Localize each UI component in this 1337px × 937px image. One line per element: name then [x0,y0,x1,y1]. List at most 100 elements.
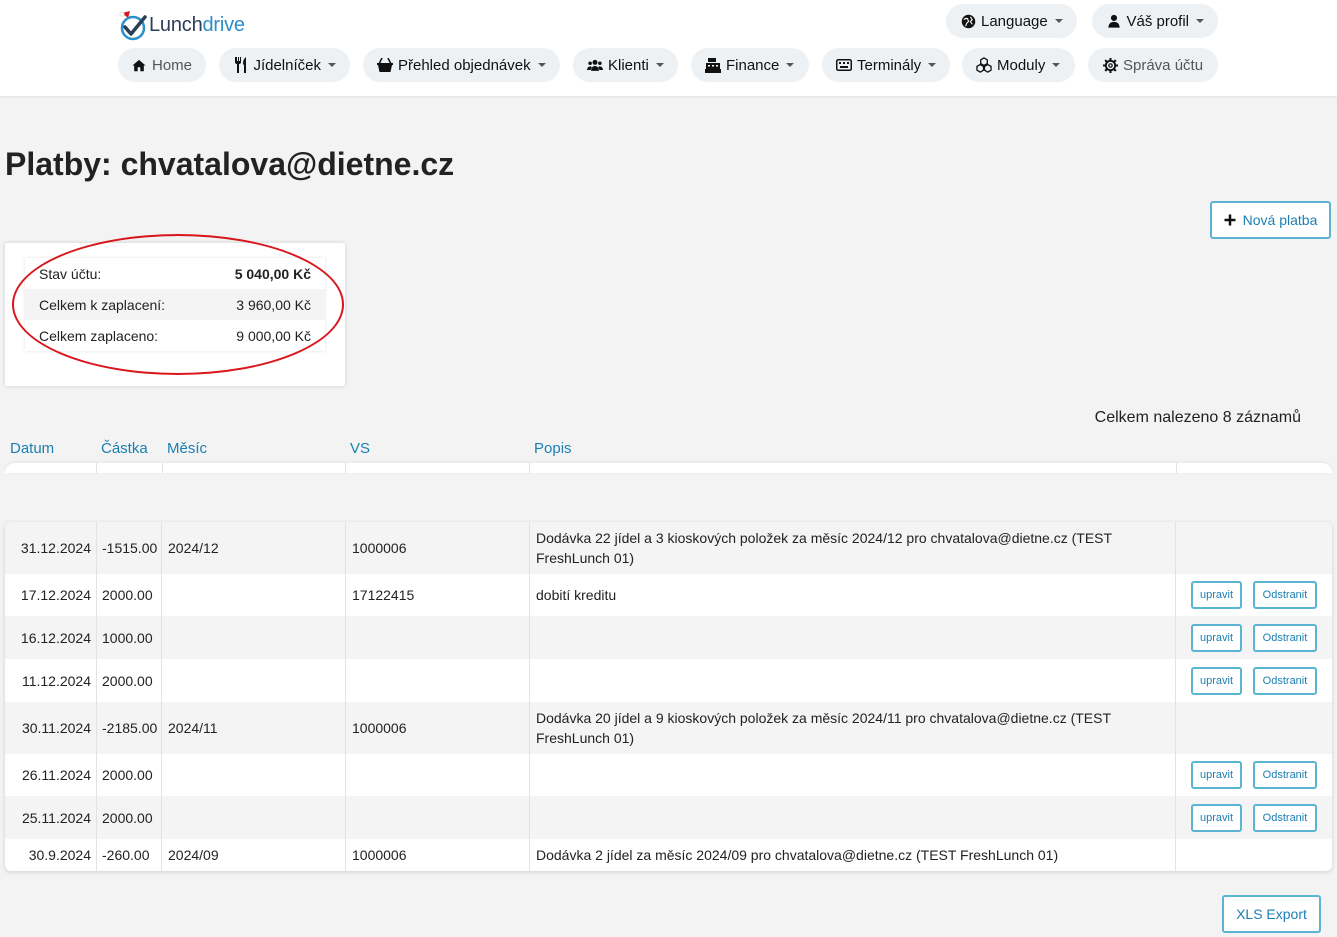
cell-actions [1176,839,1332,871]
xls-export-button[interactable]: XLS Export [1222,895,1321,933]
cell-actions: upravit Odstranit [1176,659,1332,702]
summary-paid-value: 9 000,00 Kč [236,327,311,344]
cell-vs [346,796,530,839]
delete-payment-button[interactable]: Odstranit [1253,666,1317,695]
nav-clients[interactable]: Klienti [573,48,678,82]
cash-register-icon [705,57,721,73]
basket-icon [377,57,393,73]
column-header-vs[interactable]: VS [350,440,370,457]
language-menu[interactable]: Language [946,4,1077,38]
table-header-strip [5,463,1332,473]
nav-menu[interactable]: Jídelníček [219,48,350,82]
table-row: 30.11.2024 -2185.00 2024/11 1000006 Dodávka … [5,702,1332,754]
cell-date-text: 30.9.2024 [28,847,91,863]
cell-description: Dodávka 22 jídel a 3 kioskových položek … [530,522,1176,574]
keyboard-icon [836,57,852,73]
cell-month [162,574,346,616]
cell-amount-text: 2000.00 [102,672,153,689]
page-title: Platby: chvatalova@dietne.cz [5,146,455,182]
edit-payment-button[interactable]: upravit [1191,803,1242,832]
delete-payment-button[interactable]: Odstranit [1253,581,1317,609]
new-payment-label: Nová platba [1242,212,1318,228]
cell-amount: 2000.00 [97,574,162,616]
summary-paid-row: Celkem zaplaceno: 9 000,00 Kč [25,320,325,351]
column-header-amount[interactable]: Částka [101,440,148,457]
edit-payment-button[interactable]: upravit [1191,581,1242,609]
cell-description: Dodávka 2 jídel za měsíc 2024/09 pro chv… [530,839,1176,871]
cell-date-text: 25.11.2024 [21,809,91,826]
records-count: Celkem nalezeno 8 záznamů [1094,409,1301,426]
cell-description-text: dobití kreditu [536,587,617,603]
table-row: 25.11.2024 2000.00 upravit Odstranit [5,796,1332,839]
edit-payment-button[interactable]: upravit [1191,623,1242,652]
summary-balance-value: 5 040,00 Kč [234,265,311,282]
nav-modules[interactable]: Moduly [962,48,1075,82]
table-row: 30.9.2024 -260.00 2024/09 1000006 Dodávka 2 … [5,839,1332,871]
nav-orders[interactable]: Přehled objednávek [363,48,560,82]
cell-date-text: 11.12.2024 [21,672,91,689]
new-payment-button[interactable]: Nová platba [1210,201,1331,239]
caret-down-icon [537,63,546,67]
cell-date: 26.11.2024 [5,754,97,796]
nav-account[interactable]: Správa účtu [1088,48,1218,82]
column-header-date[interactable]: Datum [10,440,54,457]
cell-actions: upravit Odstranit [1176,796,1332,839]
cell-month-text: 2024/12 [168,540,219,556]
nav-finance[interactable]: Finance [691,48,809,82]
summary-paid-label: Celkem zaplaceno: [39,327,159,344]
cell-vs-text: 1000006 [352,847,407,863]
table-row: 16.12.2024 1000.00 upravit Odstranit [5,616,1332,659]
cell-month [162,754,346,796]
delete-payment-button[interactable]: Odstranit [1253,803,1317,832]
cell-description [530,616,1176,659]
table-row: 17.12.2024 2000.00 17122415 dobití kreditu u… [5,574,1332,616]
cell-month-text: 2024/09 [168,847,219,863]
nav-terminals-label: Terminály [857,56,922,74]
nav-clients-label: Klienti [608,56,649,74]
nav-account-label: Správa účtu [1123,56,1204,74]
cell-amount: -2185.00 [97,702,162,754]
cell-description: dobití kreditu [530,574,1176,616]
cell-vs: 1000006 [346,702,530,754]
caret-down-icon [328,63,336,67]
cell-date-text: 30.11.2024 [21,720,91,736]
summary-to-pay-value: 3 960,00 Kč [236,296,311,313]
user-icon [1106,13,1121,29]
delete-payment-button[interactable]: Odstranit [1253,761,1317,789]
edit-payment-button[interactable]: upravit [1191,666,1242,695]
cell-description-text: Dodávka 20 jídel a 9 kioskových položek … [536,710,1111,746]
account-summary-card: Stav účtu: 5 040,00 Kč Celkem k zaplacen… [5,243,345,386]
cell-amount-text: 1000.00 [102,629,153,646]
cell-amount-text: -260.00 [102,847,150,863]
lunchdrive-logo[interactable]: Lunchdrive [116,8,245,42]
column-header-description[interactable]: Popis [534,440,572,457]
cell-date-text: 26.11.2024 [21,767,91,783]
xls-export-label: XLS Export [1236,906,1307,922]
cell-amount: 1000.00 [97,616,162,659]
gear-icon [1102,57,1118,73]
delete-payment-button[interactable]: Odstranit [1253,623,1317,652]
cell-vs: 1000006 [346,839,530,871]
cell-date: 30.9.2024 [5,839,97,871]
table-row: 26.11.2024 2000.00 upravit Odstranit [5,754,1332,796]
cell-actions: upravit Odstranit [1176,574,1332,616]
cell-month: 2024/11 [162,702,346,754]
account-summary-table: Stav účtu: 5 040,00 Kč Celkem k zaplacen… [25,258,325,351]
edit-payment-button[interactable]: upravit [1191,761,1242,789]
cell-month [162,659,346,702]
nav-finance-label: Finance [726,56,780,74]
caret-down-icon [1052,63,1061,67]
cell-vs [346,659,530,702]
logo-checkmark-icon [116,9,148,41]
nav-terminals[interactable]: Terminály [822,48,950,82]
profile-menu[interactable]: Váš profil [1092,4,1218,38]
cell-vs-text: 1000006 [352,540,407,556]
column-header-month[interactable]: Měsíc [167,440,207,457]
cell-date: 30.11.2024 [5,702,97,754]
cell-vs [346,754,530,796]
caret-down-icon [1196,19,1204,23]
cell-actions: upravit Odstranit [1176,754,1332,796]
nav-modules-label: Moduly [997,56,1046,74]
cell-date-text: 17.12.2024 [20,587,91,603]
nav-home[interactable]: Home [118,48,206,82]
